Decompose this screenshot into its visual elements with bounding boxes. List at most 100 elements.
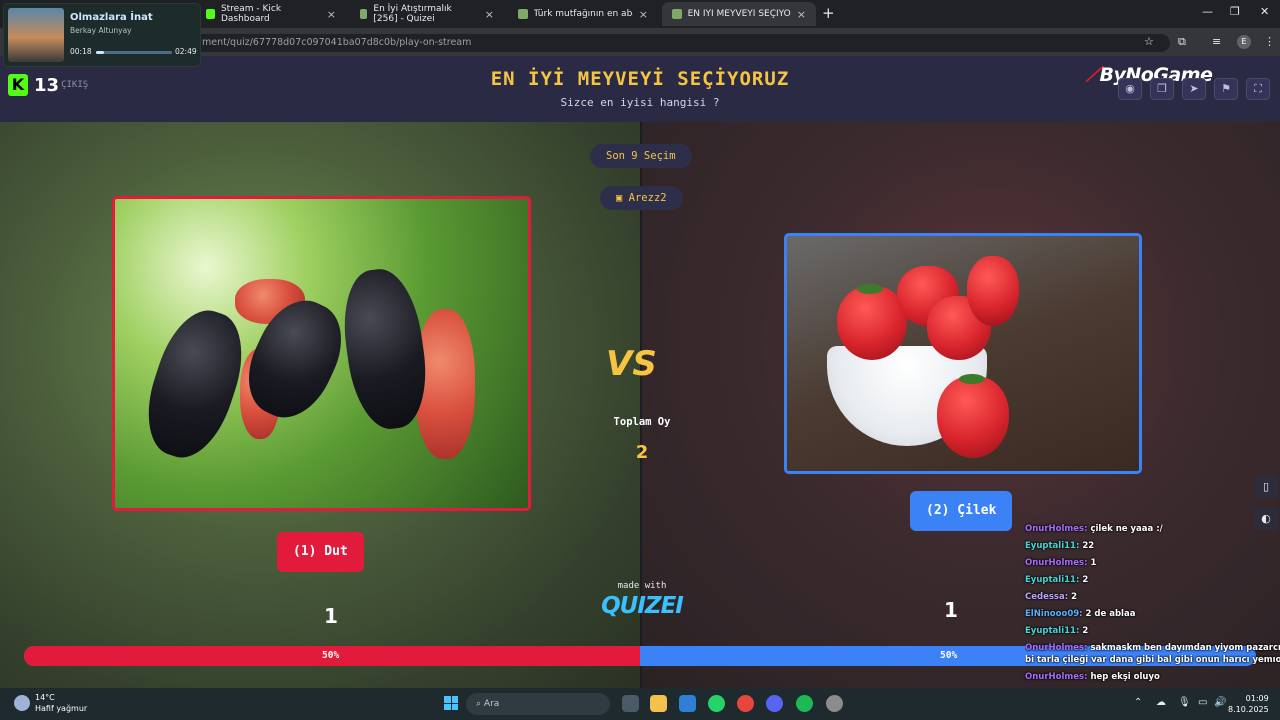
tab-active-quiz[interactable]: EN İYİ MEYVEYİ SEÇİYORUZ - Q ×	[662, 2, 816, 26]
chat-user: Eyuptali11:	[1025, 626, 1080, 636]
quizei-favicon-icon	[360, 9, 368, 19]
obs-icon[interactable]	[826, 695, 843, 712]
weather-temp: 14°C	[35, 693, 55, 702]
leaf-shape	[959, 374, 985, 384]
media-player-widget[interactable]: Olmazlara İnat Berkay Altunyay 00:18 02:…	[4, 4, 200, 66]
flag-icon[interactable]: ⚑	[1214, 78, 1238, 100]
chat-text: 2	[1071, 592, 1078, 602]
berry-shape	[336, 264, 434, 434]
rain-cloud-icon	[14, 695, 30, 711]
track-duration: 02:49	[175, 47, 197, 56]
microphone-icon[interactable]: 🎙	[1178, 697, 1191, 708]
weather-widget[interactable]: 14°C Hafif yağmur	[14, 692, 87, 714]
vote-option-right-button[interactable]: (2) Çilek	[910, 491, 1013, 531]
chat-message: OnurHolmes: çilek ne yaaa :/	[1025, 524, 1163, 534]
player-badge: ▣ Arezz2	[600, 186, 683, 210]
option-left-image[interactable]	[112, 196, 531, 511]
onedrive-icon[interactable]: ☁	[1156, 697, 1166, 708]
chat-message: OnurHolmes: 1	[1025, 558, 1096, 568]
screen: Stream - Kick Dashboard × En İyi Atıştır…	[0, 0, 1280, 720]
track-progress-fill	[96, 51, 104, 54]
chat-message: Eyuptali11: 2	[1025, 626, 1088, 636]
close-tab-icon[interactable]: ×	[797, 8, 806, 21]
bookmark-star-icon[interactable]: ☆	[1144, 35, 1154, 48]
chat-message: bi tarla çileği var dana gibi bal gibi o…	[1025, 655, 1280, 665]
eye-icon[interactable]: ◉	[1118, 78, 1142, 100]
right-percent: 50%	[940, 650, 958, 661]
close-window-icon[interactable]: ✕	[1260, 5, 1269, 18]
left-percent: 50%	[322, 650, 340, 661]
url-field[interactable]: ment/quiz/67778d07c097041ba07d8c0b/play-…	[190, 34, 1170, 52]
tab-title: Stream - Kick Dashboard	[220, 4, 282, 24]
taskbar-clock[interactable]: 01:09 8.10.2025	[1228, 693, 1269, 715]
chat-text: çilek ne yaaa :/	[1090, 524, 1163, 534]
close-tab-icon[interactable]: ×	[327, 8, 336, 21]
side-reader-icon[interactable]: ▯	[1254, 476, 1278, 498]
search-icon: ⌕	[476, 699, 484, 709]
fullscreen-icon[interactable]: ⛶	[1246, 78, 1270, 100]
extensions-icon[interactable]: ⧉	[1178, 35, 1186, 49]
windows-start-icon[interactable]	[444, 696, 458, 710]
weather-desc: Hafif yağmur	[35, 704, 88, 713]
copy-icon[interactable]: ❐	[1150, 78, 1174, 100]
task-view-icon[interactable]	[622, 695, 639, 712]
chat-text: bi tarla çileği var dana gibi bal gibi o…	[1025, 655, 1280, 665]
chat-user: ElNinooo09:	[1025, 609, 1083, 619]
kick-favicon-icon	[206, 9, 215, 19]
player-name: Arezz2	[628, 192, 667, 204]
chat-user: OnurHolmes:	[1025, 643, 1088, 653]
quiz-subtitle: Sizce en iyisi hangisi ?	[560, 96, 720, 109]
taskbar-search[interactable]: ⌕ Ara	[466, 693, 610, 715]
chat-text: sakmaskm ben dayımdan yiyom pazarcı dayı…	[1090, 643, 1280, 653]
spotify-icon[interactable]	[796, 695, 813, 712]
maximize-icon[interactable]: ❐	[1230, 5, 1240, 18]
option-right-image[interactable]	[784, 233, 1142, 474]
media-control-icon[interactable]: ≡	[1212, 35, 1221, 48]
quizei-favicon-icon	[518, 9, 528, 19]
profile-avatar[interactable]: E	[1237, 35, 1251, 49]
clock-time: 01:09	[1245, 694, 1269, 703]
tab-quizei-snacks[interactable]: En İyi Atıştırmalık [256] - Quizei ×	[350, 2, 504, 26]
browser-menu-icon[interactable]: ⋮	[1264, 35, 1275, 48]
track-progress-bar[interactable]	[96, 51, 172, 54]
chat-user: Eyuptali11:	[1025, 575, 1080, 585]
chat-user: Cedessa:	[1025, 592, 1069, 602]
volume-icon[interactable]: 🔊	[1214, 697, 1226, 708]
minimize-icon[interactable]: —	[1202, 5, 1213, 18]
chat-text: 22	[1082, 541, 1095, 551]
outlook-icon[interactable]	[679, 695, 696, 712]
track-elapsed: 00:18	[70, 47, 92, 56]
vote-option-left-button[interactable]: (1) Dut	[277, 532, 364, 572]
quizei-favicon-icon	[672, 9, 682, 19]
chat-user: OnurHolmes:	[1025, 672, 1088, 682]
vs-logo: VS	[606, 344, 657, 384]
clock-date: 8.10.2025	[1228, 705, 1269, 714]
network-icon[interactable]: ▭	[1198, 697, 1207, 708]
side-extension-icon[interactable]: ◐	[1254, 508, 1278, 530]
total-votes-label: Toplam Oy	[613, 416, 671, 428]
tab-turk-mutfagi[interactable]: Türk mutfağının en abartılmış t ×	[508, 2, 658, 26]
discord-icon[interactable]	[766, 695, 783, 712]
track-artist: Berkay Altunyay	[70, 26, 132, 35]
tab-title: EN İYİ MEYVEYİ SEÇİYORUZ - Q	[687, 9, 791, 19]
strawberry-shape	[937, 376, 1009, 458]
strawberry-shape	[967, 256, 1019, 326]
close-tab-icon[interactable]: ×	[639, 8, 648, 21]
chrome-icon[interactable]	[737, 695, 754, 712]
left-votes-value: 1	[324, 604, 338, 628]
remaining-choices-badge: Son 9 Seçim	[590, 144, 692, 168]
chat-message: Cedessa: 2	[1025, 592, 1077, 602]
send-icon[interactable]: ➤	[1182, 78, 1206, 100]
chat-message: Eyuptali11: 2	[1025, 575, 1088, 585]
chat-overlay: OnurHolmes: çilek ne yaaa :/ Eyuptali11: 2…	[1022, 508, 1280, 688]
leaf-shape	[857, 284, 883, 294]
tab-kick-dashboard[interactable]: Stream - Kick Dashboard ×	[196, 2, 346, 26]
track-title: Olmazlara İnat	[70, 12, 153, 23]
quizei-logo[interactable]: QUIZEI	[598, 593, 686, 619]
new-tab-plus-icon[interactable]: +	[822, 4, 835, 22]
file-explorer-icon[interactable]	[650, 695, 667, 712]
tray-chevron-icon[interactable]: ⌃	[1134, 697, 1142, 708]
close-tab-icon[interactable]: ×	[485, 8, 494, 21]
whatsapp-icon[interactable]	[708, 695, 725, 712]
chat-message: Eyuptali11: 22	[1025, 541, 1094, 551]
